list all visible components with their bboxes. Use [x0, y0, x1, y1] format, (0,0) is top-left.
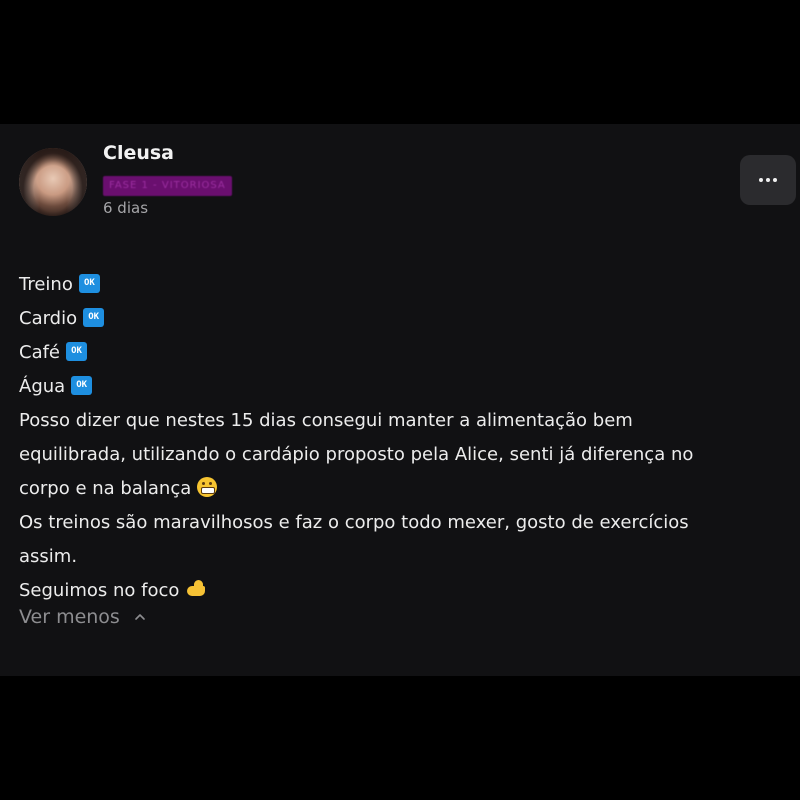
level-badge: FASE 1 - VITORIOSA: [103, 176, 232, 196]
more-options-button[interactable]: [740, 155, 796, 205]
see-less-label: Ver menos: [19, 606, 120, 628]
post-line: Café OK: [19, 336, 779, 370]
author-name[interactable]: Cleusa: [103, 142, 174, 164]
avatar[interactable]: [19, 148, 87, 216]
ok-emoji-icon: OK: [78, 273, 100, 293]
ok-emoji-icon: OK: [71, 375, 93, 395]
post-line: corpo e na balança: [19, 472, 779, 506]
post-line: Os treinos são maravilhosos e faz o corp…: [19, 512, 689, 533]
post-line: Treino OK: [19, 268, 779, 302]
post-body: Treino OK Cardio OK Café OK Água OK Posso di…: [19, 268, 779, 608]
post-line: Água OK: [19, 370, 779, 404]
ellipsis-icon: [759, 178, 777, 182]
post-line: Seguimos no foco: [19, 574, 779, 608]
see-less-button[interactable]: Ver menos: [19, 606, 146, 628]
ok-emoji-icon: OK: [66, 341, 88, 361]
chevron-up-icon: [135, 614, 145, 620]
post-card: Cleusa FASE 1 - VITORIOSA 6 dias Treino O…: [0, 124, 800, 676]
grinning-face-icon: [197, 477, 218, 497]
post-line: assim.: [19, 546, 78, 567]
post-line: Posso dizer que nestes 15 dias consegui …: [19, 410, 633, 431]
flexed-biceps-icon: [185, 578, 207, 598]
post-line: equilibrada, utilizando o cardápio propo…: [19, 444, 694, 465]
post-line: Cardio OK: [19, 302, 779, 336]
avatar-hair: [19, 148, 87, 216]
page-frame: Cleusa FASE 1 - VITORIOSA 6 dias Treino O…: [0, 0, 800, 800]
ok-emoji-icon: OK: [83, 307, 105, 327]
post-time: 6 dias: [103, 199, 149, 217]
